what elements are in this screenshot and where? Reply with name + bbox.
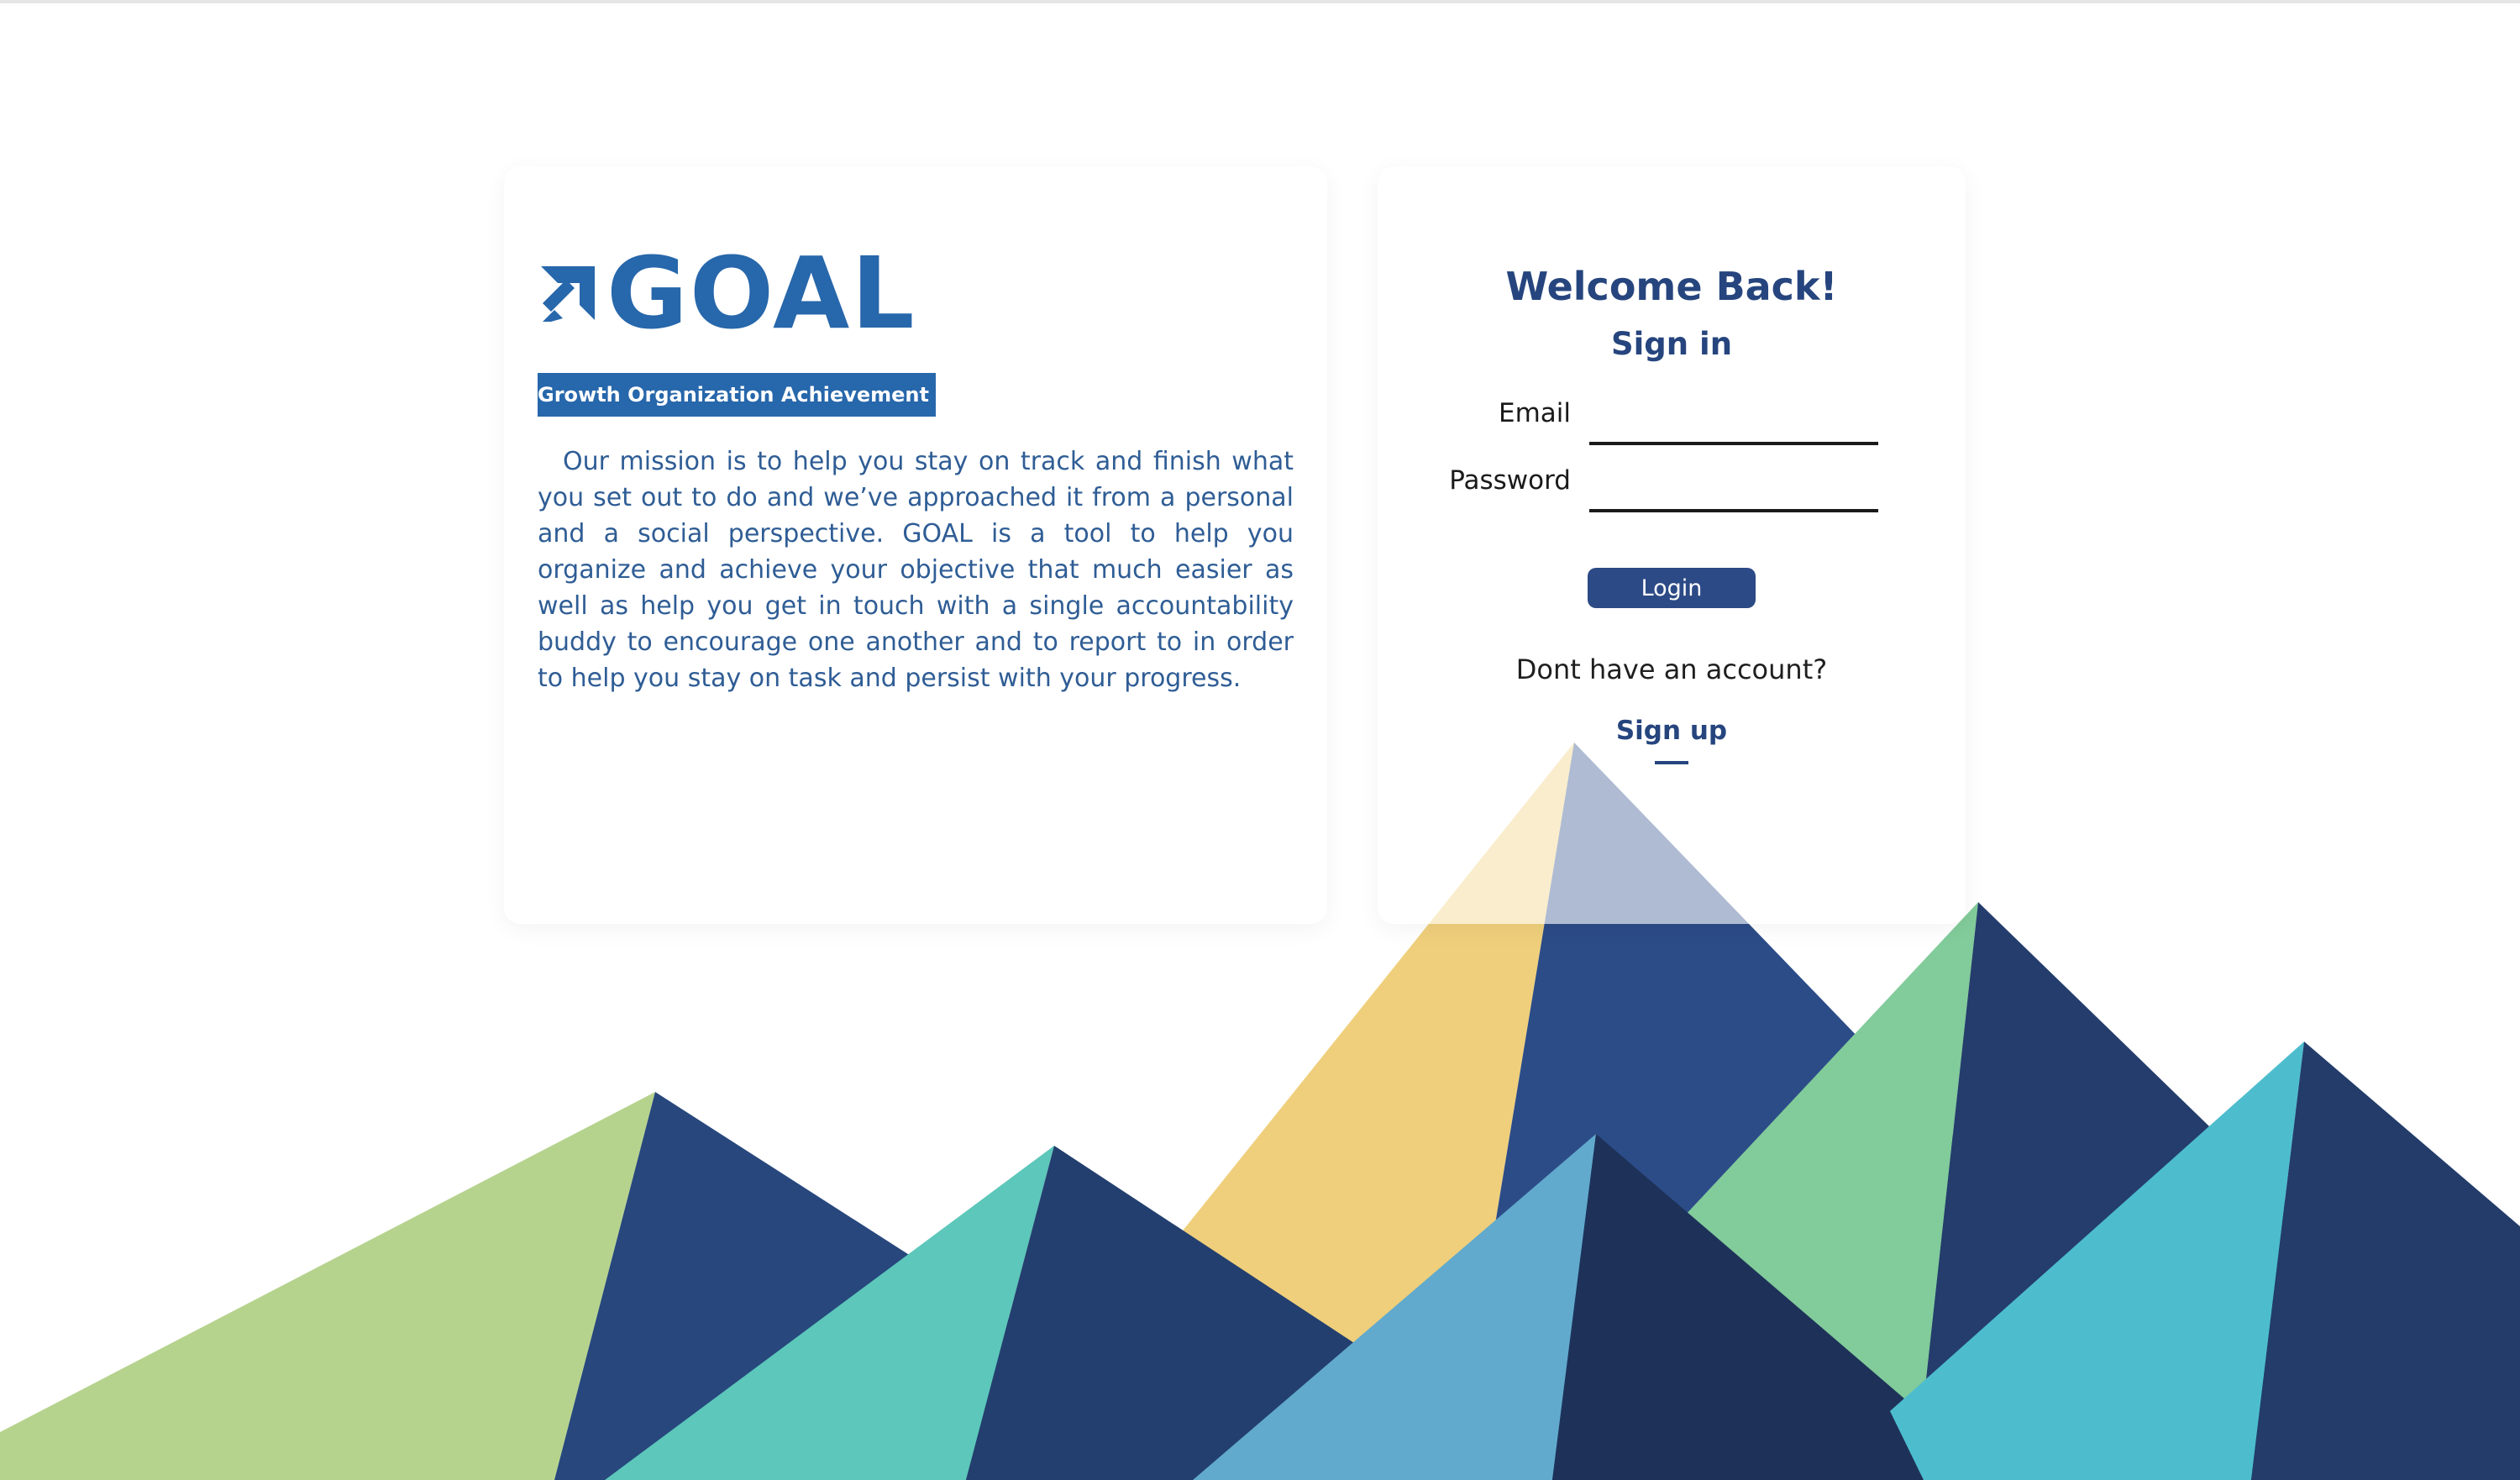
sign-up-link[interactable]: Sign up — [1588, 716, 1756, 746]
email-label: Email — [1498, 398, 1571, 428]
sign-up-underline — [1655, 761, 1688, 764]
sign-in-heading: Sign in — [1610, 326, 1733, 362]
no-account-text: Dont have an account? — [1515, 653, 1828, 685]
password-field[interactable] — [1589, 475, 1878, 512]
arrow-up-right-icon — [541, 266, 595, 322]
welcome-heading: Welcome Back! — [1505, 264, 1838, 309]
password-label: Password — [1449, 465, 1571, 496]
brand-tagline: Growth Organization Achievement Life — [538, 373, 979, 417]
login-button[interactable]: Login — [1588, 568, 1756, 608]
brand-name: GOAL — [606, 235, 916, 351]
peak-left-light — [0, 1092, 655, 1480]
goal-logo: GOAL — [538, 244, 916, 343]
email-field[interactable] — [1589, 408, 1878, 445]
login-page: GOAL Growth Organization Achievement Lif… — [0, 0, 2520, 1480]
mission-statement: Our mission is to help you stay on track… — [538, 447, 1294, 693]
